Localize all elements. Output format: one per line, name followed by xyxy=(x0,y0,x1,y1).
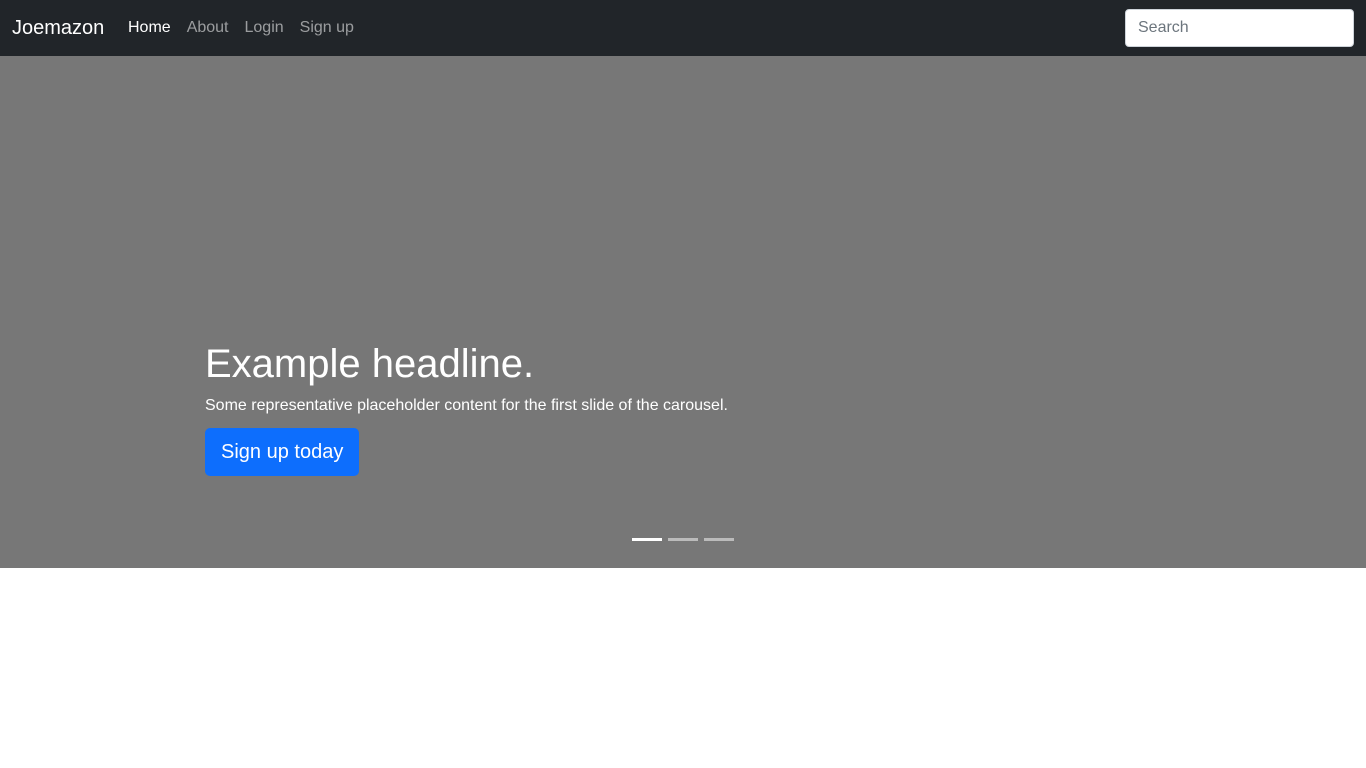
carousel-caption: Example headline. Some representative pl… xyxy=(205,340,1105,476)
nav-link-login[interactable]: Login xyxy=(237,16,292,40)
carousel-indicator-1[interactable] xyxy=(632,538,662,541)
slide-headline: Example headline. xyxy=(205,342,535,386)
nav-link-signup[interactable]: Sign up xyxy=(292,16,362,40)
brand-link[interactable]: Joemazon xyxy=(12,15,104,41)
nav-link-home[interactable]: Home xyxy=(120,16,179,40)
carousel-indicator-2[interactable] xyxy=(668,538,698,541)
top-navbar: Joemazon Home About Login Sign up xyxy=(0,0,1366,56)
nav-link-about[interactable]: About xyxy=(179,16,237,40)
carousel-indicators xyxy=(632,538,734,541)
slide-text: Some representative placeholder content … xyxy=(205,397,728,414)
hero-carousel: Example headline. Some representative pl… xyxy=(0,56,1366,568)
nav-links: Home About Login Sign up xyxy=(120,0,362,56)
search-input[interactable] xyxy=(1125,9,1354,47)
carousel-indicator-3[interactable] xyxy=(704,538,734,541)
signup-today-button[interactable]: Sign up today xyxy=(205,428,360,476)
